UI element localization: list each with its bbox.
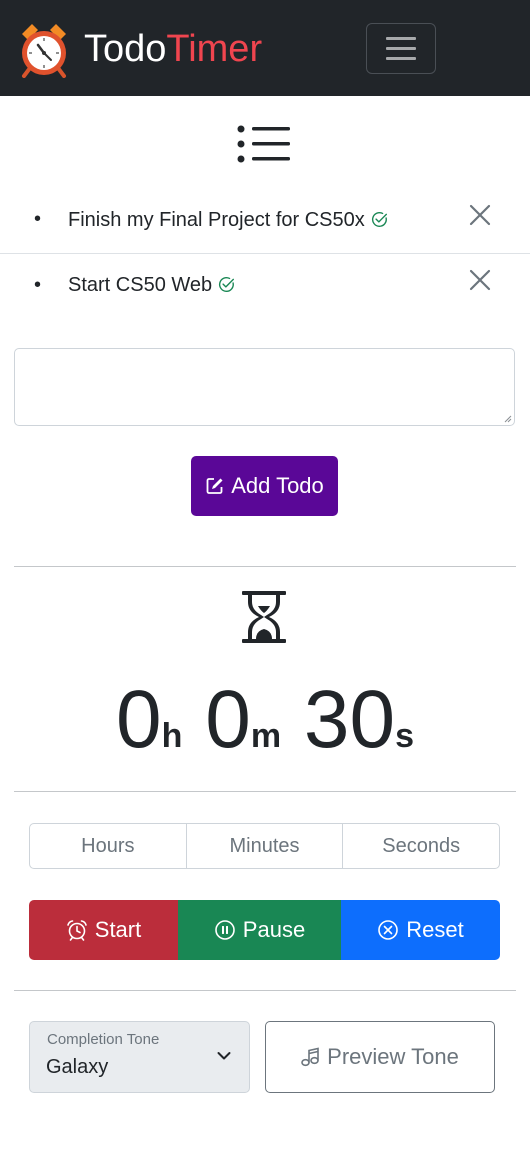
todo-text: Start CS50 Web (68, 274, 235, 297)
hamburger-icon (386, 37, 416, 40)
timer-hours: 0 (116, 674, 162, 765)
edit-icon (206, 478, 223, 494)
check-circle-icon (371, 212, 387, 227)
timer-seconds-unit: s (395, 717, 414, 755)
timer-controls: Start Pause Reset (29, 900, 500, 960)
timer-hours-unit: h (161, 717, 183, 755)
check-circle-icon (219, 277, 235, 292)
pause-label: Pause (242, 917, 306, 942)
music-note-icon (301, 1047, 319, 1067)
timer-display: 0h 0m 30s (0, 670, 530, 786)
menu-toggle-button[interactable] (366, 23, 436, 74)
brand-todo: Todo (84, 28, 167, 70)
todo-input[interactable] (14, 348, 515, 426)
hourglass-icon (242, 591, 286, 643)
preview-tone-button[interactable]: Preview Tone (265, 1021, 495, 1093)
reset-label: Reset (406, 917, 464, 942)
alarm-clock-icon (22, 24, 66, 78)
navbar: TodoTimer (0, 0, 530, 96)
x-circle-icon (378, 920, 399, 940)
time-input-group: Hours Minutes Seconds (29, 823, 500, 869)
divider (14, 990, 516, 991)
pause-circle-icon (214, 920, 235, 940)
completion-tone-select[interactable]: Completion Tone Galaxy (29, 1021, 250, 1093)
close-icon[interactable] (468, 203, 492, 227)
bullet: • (34, 208, 42, 230)
alarm-icon (66, 920, 87, 941)
chevron-down-icon (217, 1052, 231, 1060)
todo-item: • Finish my Final Project for CS50x (0, 190, 530, 254)
list-icon (237, 125, 290, 163)
resize-handle-icon[interactable] (504, 415, 512, 423)
minutes-input[interactable]: Minutes (185, 824, 343, 868)
pause-button[interactable]: Pause (178, 900, 341, 960)
todo-item: • Start CS50 Web (0, 255, 530, 319)
close-icon[interactable] (468, 268, 492, 292)
timer-minutes: 0 (205, 674, 251, 765)
hamburger-bar (386, 47, 416, 50)
divider (14, 566, 516, 567)
brand-timer: Timer (166, 28, 263, 70)
tone-select-label: Completion Tone (47, 1031, 160, 1048)
preview-tone-label: Preview Tone (327, 1044, 459, 1069)
timer-minutes-unit: m (250, 717, 282, 755)
todo-label: Finish my Final Project for CS50x (68, 209, 365, 231)
timer-seconds: 30 (303, 674, 396, 765)
reset-button[interactable]: Reset (341, 900, 500, 960)
hours-input[interactable]: Hours (30, 824, 186, 868)
start-button[interactable]: Start (29, 900, 178, 960)
add-todo-label: Add Todo (231, 473, 324, 498)
todo-label: Start CS50 Web (68, 274, 213, 296)
divider (14, 791, 516, 792)
todo-text: Finish my Final Project for CS50x (68, 209, 388, 232)
hamburger-bar (386, 57, 416, 60)
brand-title[interactable]: TodoTimer (84, 24, 262, 74)
start-label: Start (94, 917, 142, 942)
seconds-input[interactable]: Seconds (342, 824, 499, 868)
tone-select-value: Galaxy (46, 1056, 109, 1078)
bullet: • (34, 274, 42, 296)
add-todo-button[interactable]: Add Todo (191, 456, 338, 516)
